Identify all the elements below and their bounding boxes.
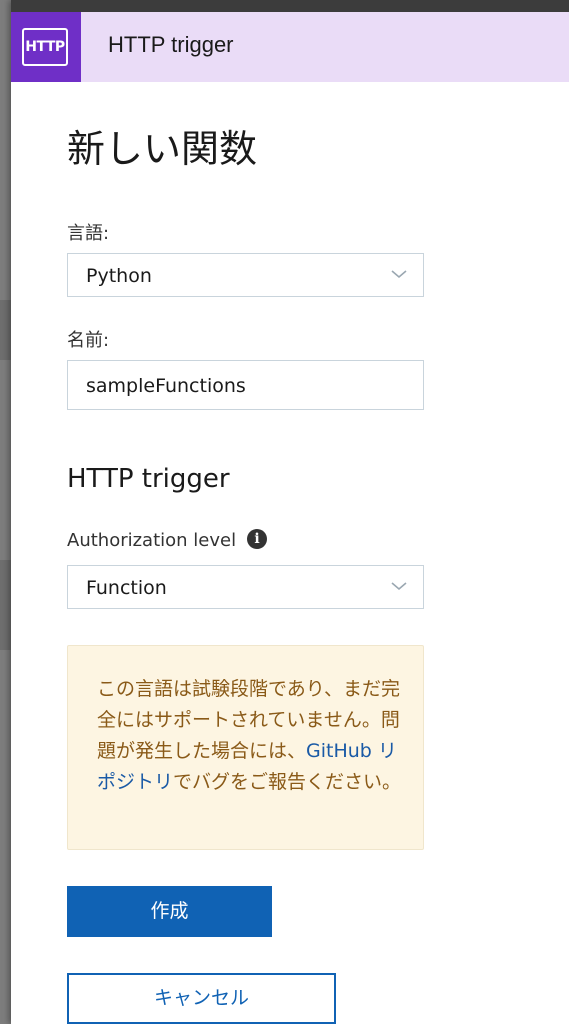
http-logo-icon: HTTP [11,12,81,82]
language-select-value: Python [86,265,152,287]
name-input-value: sampleFunctions [86,375,246,397]
chevron-down-icon [391,582,407,591]
name-label: 名前: [67,330,110,351]
language-label: 言語: [67,223,110,244]
name-input[interactable]: sampleFunctions [67,360,424,410]
auth-level-label: Authorization level [67,530,237,551]
auth-level-select-value: Function [86,577,167,599]
logo-text: HTTP [22,28,68,66]
notice-text: この言語は試験段階であり、まだ完全にはサポートされていません。問題が発生した場合… [97,674,407,798]
auth-level-select[interactable]: Function [67,565,424,609]
panel-header: HTTP HTTP trigger [11,12,569,82]
top-bar [11,0,569,12]
create-button[interactable]: 作成 [67,886,272,937]
experimental-language-notice: この言語は試験段階であり、まだ完全にはサポートされていません。問題が発生した場合… [67,645,424,850]
language-select[interactable]: Python [67,253,424,297]
page-title: 新しい関数 [67,127,258,171]
cancel-button[interactable]: キャンセル [67,973,336,1024]
notice-text-after: でバグをご報告ください。 [173,771,402,793]
header-title: HTTP trigger [108,32,234,57]
chevron-down-icon [391,270,407,279]
new-function-panel: HTTP HTTP trigger 新しい関数 言語: Python 名前: s… [11,0,569,1024]
section-title: HTTP trigger [67,464,230,494]
info-icon[interactable]: i [247,529,267,549]
